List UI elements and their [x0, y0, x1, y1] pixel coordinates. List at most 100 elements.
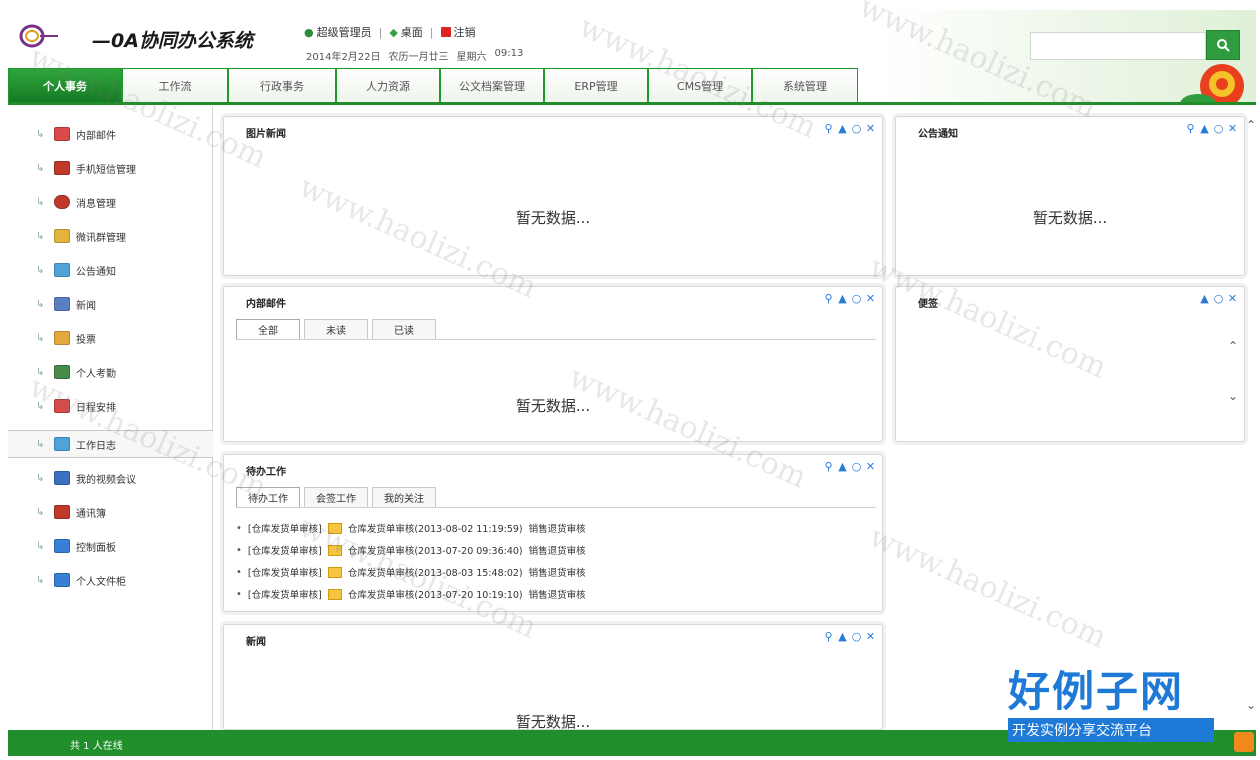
mail-tabs: 全部 未读 已读: [236, 319, 436, 339]
refresh-icon[interactable]: ○: [851, 631, 862, 642]
tab-read-mail[interactable]: 已读: [372, 319, 436, 339]
todo-text[interactable]: 仓库发货单审核(2013-08-03 15:48:02): [348, 565, 523, 579]
close-icon[interactable]: ✕: [865, 293, 876, 304]
panel-title: 新闻: [246, 637, 266, 648]
scroll-up-icon[interactable]: ⌃: [1246, 118, 1256, 132]
sidebar-item-label: 个人考勤: [76, 368, 116, 380]
todo-text[interactable]: 仓库发货单审核(2013-07-20 09:36:40): [348, 543, 523, 557]
todo-tabs: 待办工作 会签工作 我的关注: [236, 487, 436, 507]
memo-textarea[interactable]: [902, 327, 1232, 419]
search-button[interactable]: [1206, 30, 1240, 60]
close-icon[interactable]: ✕: [865, 631, 876, 642]
attendance-icon: [54, 365, 70, 379]
video-meeting-icon: [54, 471, 70, 485]
close-icon[interactable]: ✕: [865, 123, 876, 134]
zoom-icon[interactable]: ⚲: [823, 461, 834, 472]
panel-title: 待办工作: [246, 467, 286, 478]
collapse-icon[interactable]: ▲: [837, 461, 848, 472]
vote-icon: [54, 331, 70, 345]
sidebar-item-attendance[interactable]: ↳ 个人考勤: [8, 358, 213, 386]
close-icon[interactable]: ✕: [1227, 293, 1238, 304]
tab-unread-mail[interactable]: 未读: [304, 319, 368, 339]
scroll-down-icon[interactable]: ⌄: [1246, 698, 1256, 712]
tab-documents[interactable]: 公文档案管理: [440, 68, 544, 102]
tab-system[interactable]: 系统管理: [752, 68, 858, 102]
desktop-link[interactable]: ◆ 桌面: [389, 24, 422, 40]
sidebar-item-video-meeting[interactable]: ↳ 我的视频会议: [8, 464, 213, 492]
todo-row[interactable]: • [仓库发货单审核] 仓库发货单审核(2013-07-20 10:19:10)…: [236, 583, 586, 605]
page-scrollbar[interactable]: ⌃ ⌄: [1246, 118, 1258, 718]
logout-icon: [440, 27, 451, 37]
sidebar-item-mail[interactable]: ↳ 内部邮件: [8, 120, 213, 148]
tab-admin[interactable]: 行政事务: [228, 68, 336, 102]
collapse-icon[interactable]: ▲: [837, 293, 848, 304]
todo-tag[interactable]: [仓库发货单审核]: [248, 543, 322, 557]
tab-my-follow[interactable]: 我的关注: [372, 487, 436, 507]
todo-tag[interactable]: [仓库发货单审核]: [248, 565, 322, 579]
zoom-icon[interactable]: ⚲: [823, 631, 834, 642]
user-icon: ●: [304, 25, 314, 39]
sidebar-item-vote[interactable]: ↳ 投票: [8, 324, 213, 352]
logout-link[interactable]: 注销: [440, 24, 476, 40]
sidebar-item-schedule[interactable]: ↳ 日程安排: [8, 392, 213, 420]
sidebar-item-messages[interactable]: ↳ 消息管理: [8, 188, 213, 216]
brand-subtitle: 开发实例分享交流平台: [1008, 718, 1214, 742]
todo-row[interactable]: • [仓库发货单审核] 仓库发货单审核(2013-08-03 15:48:02)…: [236, 561, 586, 583]
mail-icon: [327, 544, 342, 556]
zoom-icon[interactable]: ⚲: [823, 123, 834, 134]
sidebar-item-label: 日程安排: [76, 402, 116, 414]
refresh-icon[interactable]: ○: [851, 293, 862, 304]
collapse-icon[interactable]: ▲: [1199, 123, 1210, 134]
bullet: •: [236, 566, 242, 578]
zoom-icon[interactable]: ⚲: [1185, 123, 1196, 134]
sidebar-item-file-cabinet[interactable]: ↳ 个人文件柜: [8, 566, 213, 594]
panel-title: 内部邮件: [246, 299, 286, 310]
sidebar-item-sms[interactable]: ↳ 手机短信管理: [8, 154, 213, 182]
scroll-up-icon[interactable]: ⌃: [1228, 339, 1238, 353]
tab-countersign-work[interactable]: 会签工作: [304, 487, 368, 507]
refresh-icon[interactable]: ○: [851, 123, 862, 134]
todo-step: 销售退货审核: [528, 590, 586, 601]
refresh-icon[interactable]: ○: [851, 461, 862, 472]
sidebar-item-news[interactable]: ↳ 新闻: [8, 290, 213, 318]
tab-workflow[interactable]: 工作流: [122, 68, 228, 102]
search-input[interactable]: [1030, 32, 1206, 60]
sidebar-item-control-panel[interactable]: ↳ 控制面板: [8, 532, 213, 560]
sidebar-item-worklog[interactable]: ↳ 工作日志: [8, 430, 213, 458]
zoom-icon[interactable]: ⚲: [823, 293, 834, 304]
sidebar-item-label: 工作日志: [76, 440, 116, 452]
tab-hr[interactable]: 人力资源: [336, 68, 440, 102]
collapse-icon[interactable]: ▲: [837, 123, 848, 134]
scroll-down-icon[interactable]: ⌄: [1228, 389, 1238, 403]
close-icon[interactable]: ✕: [865, 461, 876, 472]
todo-tag[interactable]: [仓库发货单审核]: [248, 587, 322, 601]
tab-erp[interactable]: ERP管理: [544, 68, 648, 102]
rss-icon[interactable]: [1234, 732, 1254, 752]
collapse-icon[interactable]: ▲: [837, 631, 848, 642]
sidebar-item-addressbook[interactable]: ↳ 通讯簿: [8, 498, 213, 526]
tab-all-mail[interactable]: 全部: [236, 319, 300, 339]
user-link[interactable]: ● 超级管理员: [304, 24, 372, 40]
panel-news: 新闻 ⚲ ▲ ○ ✕ 暂无数据...: [223, 624, 883, 731]
tab-personal[interactable]: 个人事务: [8, 68, 122, 102]
branch-icon: ↳: [36, 472, 45, 484]
collapse-icon[interactable]: ▲: [1199, 293, 1210, 304]
todo-tag[interactable]: [仓库发货单审核]: [248, 521, 322, 535]
todo-row[interactable]: • [仓库发货单审核] 仓库发货单审核(2013-07-20 09:36:40)…: [236, 539, 586, 561]
refresh-icon[interactable]: ○: [1213, 123, 1224, 134]
brand-watermark: 好例子网 开发实例分享交流平台: [1008, 668, 1214, 742]
panel-title: 便签: [918, 299, 938, 310]
sidebar-item-notices[interactable]: ↳ 公告通知: [8, 256, 213, 284]
todo-text[interactable]: 仓库发货单审核(2013-07-20 10:19:10): [348, 587, 523, 601]
sidebar-item-groups[interactable]: ↳ 微讯群管理: [8, 222, 213, 250]
tab-pending-work[interactable]: 待办工作: [236, 487, 300, 507]
close-icon[interactable]: ✕: [1227, 123, 1238, 134]
todo-text[interactable]: 仓库发货单审核(2013-08-02 11:19:59): [348, 521, 523, 535]
todo-row[interactable]: • [仓库发货单审核] 仓库发货单审核(2013-08-02 11:19:59)…: [236, 517, 586, 539]
todo-list: • [仓库发货单审核] 仓库发货单审核(2013-08-02 11:19:59)…: [236, 517, 586, 605]
tab-cms[interactable]: CMS管理: [648, 68, 752, 102]
news-icon: [54, 297, 70, 311]
todo-step: 销售退货审核: [528, 524, 586, 535]
logout-link-label: 注销: [453, 26, 476, 39]
refresh-icon[interactable]: ○: [1213, 293, 1224, 304]
